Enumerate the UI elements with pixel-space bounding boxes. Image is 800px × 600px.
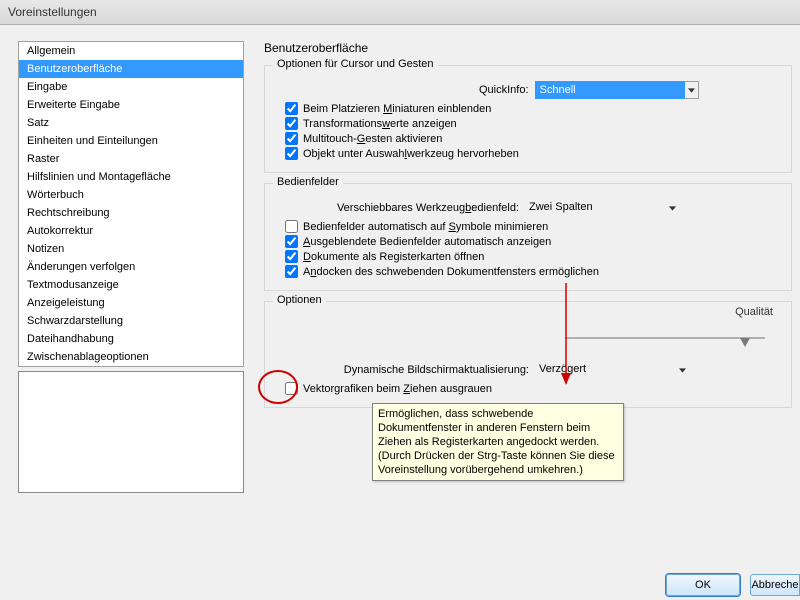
cancel-button[interactable]: Abbreche — [750, 574, 800, 596]
chk-symbole-box[interactable] — [285, 220, 298, 233]
sidebar: AllgemeinBenutzeroberflächeEingabeErweit… — [18, 41, 244, 493]
sidebar-item[interactable]: Satz — [19, 114, 243, 132]
sidebar-item[interactable]: Schwarzdarstellung — [19, 312, 243, 330]
sidebar-item[interactable]: Erweiterte Eingabe — [19, 96, 243, 114]
sidebar-item[interactable]: Wörterbuch — [19, 186, 243, 204]
chk-vektor-box[interactable] — [285, 382, 298, 395]
main-panel: Benutzeroberfläche Optionen für Cursor u… — [264, 41, 792, 570]
sidebar-preview — [18, 371, 244, 493]
chevron-down-icon — [675, 361, 689, 379]
titlebar: Voreinstellungen — [0, 0, 800, 25]
sidebar-item[interactable]: Raster — [19, 150, 243, 168]
chk-miniaturen[interactable]: Beim Platzieren Miniaturen einblenden — [285, 102, 777, 115]
ok-button[interactable]: OK — [666, 574, 740, 596]
chevron-down-icon — [685, 81, 699, 99]
slider-track — [565, 337, 765, 339]
chk-vektor[interactable]: Vektorgrafiken beim Ziehen ausgrauen — [285, 382, 777, 395]
chk-transform-box[interactable] — [285, 117, 298, 130]
sidebar-item[interactable]: Einheiten und Einteilungen — [19, 132, 243, 150]
sidebar-item[interactable]: Änderungen verfolgen — [19, 258, 243, 276]
quickinfo-label: QuickInfo: — [479, 84, 529, 96]
group-optionen: Optionen Qualität Dynamische Bildschirma… — [264, 301, 792, 408]
chk-auswahl-box[interactable] — [285, 147, 298, 160]
dyn-dropdown[interactable]: Verzögert — [535, 361, 689, 379]
sidebar-item[interactable]: Allgemein — [19, 42, 243, 60]
chk-multitouch-box[interactable] — [285, 132, 298, 145]
chk-symbole-label: Bedienfelder automatisch auf Symbole min… — [303, 221, 548, 233]
chk-andocken[interactable]: Andocken des schwebenden Dokumentfenster… — [285, 265, 777, 278]
sidebar-item[interactable]: Hilfslinien und Montagefläche — [19, 168, 243, 186]
quality-label: Qualität — [735, 306, 773, 318]
chk-register[interactable]: Dokumente als Registerkarten öffnen — [285, 250, 777, 263]
chk-multitouch-label: Multitouch-Gesten aktivieren — [303, 133, 442, 145]
sidebar-item[interactable]: Benutzeroberfläche — [19, 60, 243, 78]
werkzeug-label: Verschiebbares Werkzeugbedienfeld: — [309, 202, 519, 214]
sidebar-list[interactable]: AllgemeinBenutzeroberflächeEingabeErweit… — [18, 41, 244, 367]
chevron-down-icon — [665, 199, 679, 217]
sidebar-item[interactable]: Anzeigeleistung — [19, 294, 243, 312]
werkzeug-value: Zwei Spalten — [525, 199, 665, 217]
dyn-label: Dynamische Bildschirmaktualisierung: — [309, 364, 529, 376]
chk-auswahl-label: Objekt unter Auswahlwerkzeug hervorheben — [303, 148, 519, 160]
chk-auswahl[interactable]: Objekt unter Auswahlwerkzeug hervorheben — [285, 147, 777, 160]
chk-ausgeblen-box[interactable] — [285, 235, 298, 248]
chk-ausgeblen-label: Ausgeblendete Bedienfelder automatisch a… — [303, 236, 551, 248]
slider-thumb[interactable] — [740, 338, 750, 347]
sidebar-item[interactable]: Autokorrektur — [19, 222, 243, 240]
quickinfo-dropdown[interactable]: Schnell — [535, 81, 699, 99]
tooltip: Ermöglichen, dass schwebende Dokumentfen… — [372, 403, 624, 481]
sidebar-item[interactable]: Notizen — [19, 240, 243, 258]
sidebar-item[interactable]: Rechtschreibung — [19, 204, 243, 222]
chk-ausgeblen[interactable]: Ausgeblendete Bedienfelder automatisch a… — [285, 235, 777, 248]
dyn-value: Verzögert — [535, 361, 675, 379]
chk-transform-label: Transformationswerte anzeigen — [303, 118, 457, 130]
dialog-footer: OK Abbreche — [666, 570, 800, 600]
chk-register-box[interactable] — [285, 250, 298, 263]
sidebar-item[interactable]: Textmodusanzeige — [19, 276, 243, 294]
chk-multitouch[interactable]: Multitouch-Gesten aktivieren — [285, 132, 777, 145]
page-title: Benutzeroberfläche — [264, 41, 792, 55]
group-bedien-legend: Bedienfelder — [273, 176, 343, 188]
quickinfo-value: Schnell — [535, 81, 685, 99]
chk-miniaturen-label: Beim Platzieren Miniaturen einblenden — [303, 103, 491, 115]
group-cursor: Optionen für Cursor und Gesten QuickInfo… — [264, 65, 792, 173]
chk-andocken-label: Andocken des schwebenden Dokumentfenster… — [303, 266, 599, 278]
body: AllgemeinBenutzeroberflächeEingabeErweit… — [0, 25, 800, 600]
chk-andocken-box[interactable] — [285, 265, 298, 278]
group-bedien: Bedienfelder Verschiebbares Werkzeugbedi… — [264, 183, 792, 291]
sidebar-item[interactable]: Dateihandhabung — [19, 330, 243, 348]
sidebar-item[interactable]: Zwischenablageoptionen — [19, 348, 243, 366]
sidebar-item[interactable]: Eingabe — [19, 78, 243, 96]
preferences-window: Voreinstellungen AllgemeinBenutzeroberfl… — [0, 0, 800, 600]
quality-slider[interactable] — [565, 329, 765, 347]
chk-vektor-label: Vektorgrafiken beim Ziehen ausgrauen — [303, 383, 492, 395]
chk-transform[interactable]: Transformationswerte anzeigen — [285, 117, 777, 130]
window-title: Voreinstellungen — [8, 5, 97, 19]
chk-symbole[interactable]: Bedienfelder automatisch auf Symbole min… — [285, 220, 777, 233]
chk-miniaturen-box[interactable] — [285, 102, 298, 115]
werkzeug-dropdown[interactable]: Zwei Spalten — [525, 199, 679, 217]
group-cursor-legend: Optionen für Cursor und Gesten — [273, 58, 438, 70]
group-optionen-legend: Optionen — [273, 294, 326, 306]
chk-register-label: Dokumente als Registerkarten öffnen — [303, 251, 484, 263]
